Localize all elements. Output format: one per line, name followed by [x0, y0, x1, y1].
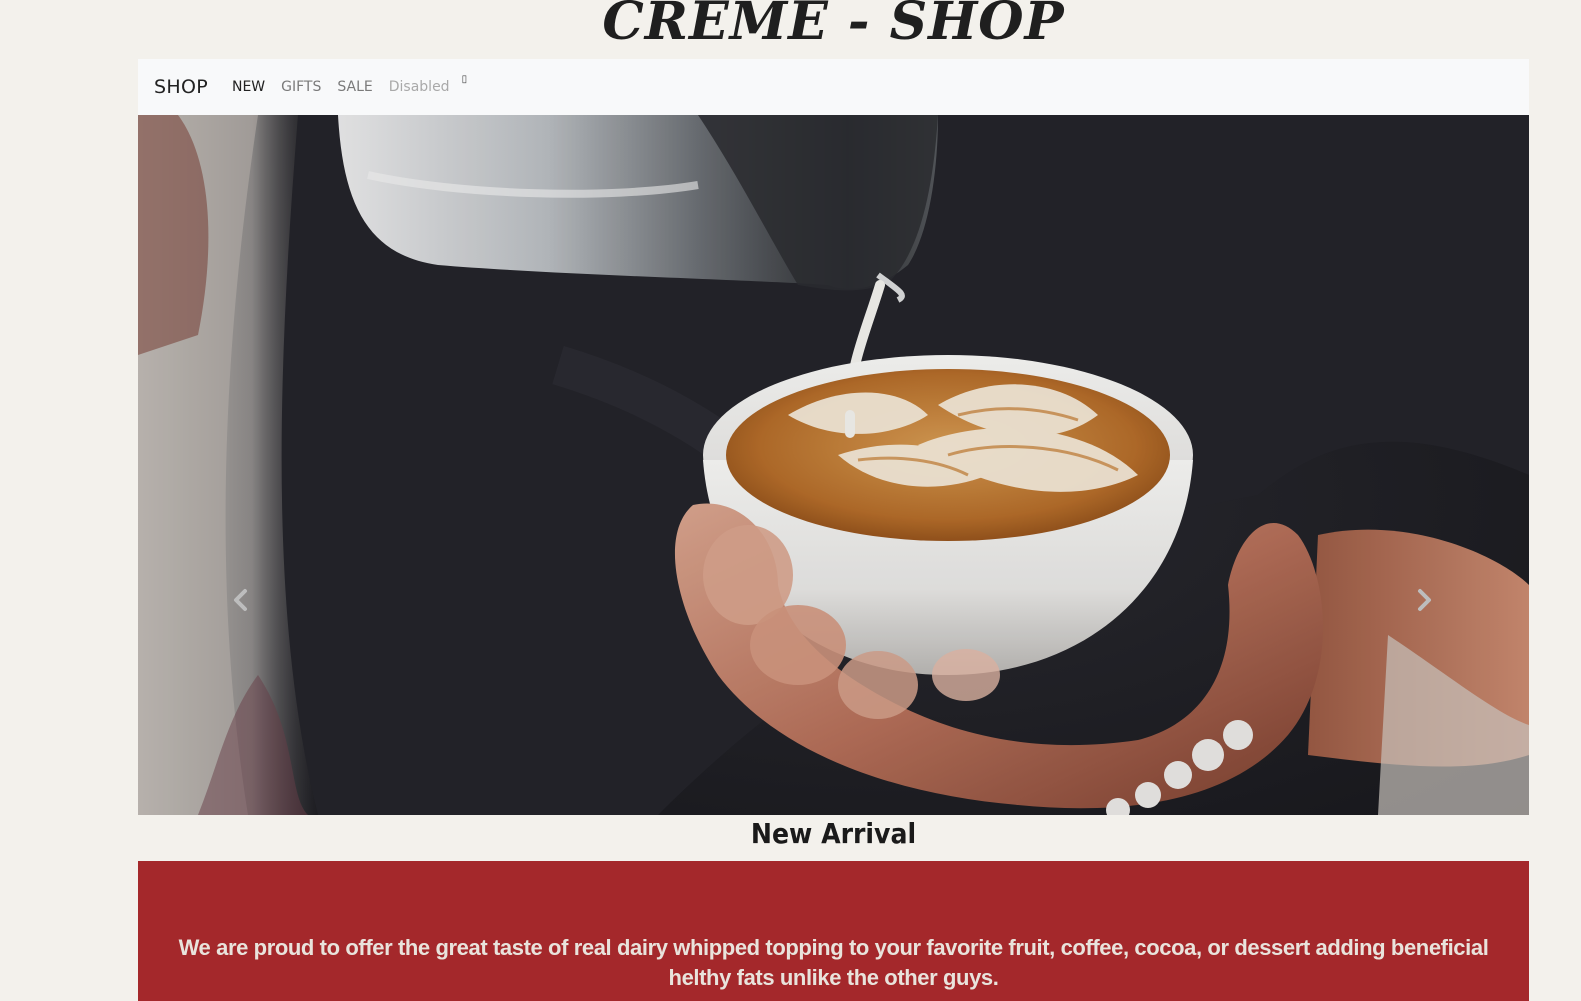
missing-glyph-icon: ▯	[461, 73, 468, 85]
chevron-right-icon	[1418, 589, 1431, 611]
nav-link-disabled: Disabled	[388, 79, 450, 95]
nav-links: NEW GIFTS SALE Disabled ▯	[232, 74, 467, 96]
navbar-brand[interactable]: SHOP	[154, 76, 208, 98]
nav-link-new[interactable]: NEW	[232, 79, 265, 95]
hero-carousel[interactable]	[138, 115, 1529, 815]
latte-art-image	[138, 115, 1529, 815]
nav-link-sale[interactable]: SALE	[337, 79, 372, 95]
carousel-next-button[interactable]	[1409, 585, 1439, 615]
promo-text: We are proud to offer the great taste of…	[178, 935, 1489, 990]
site-title: CREME - SHOP	[602, 0, 1065, 52]
promo-banner: We are proud to offer the great taste of…	[138, 861, 1529, 1001]
chevron-left-icon	[234, 589, 247, 611]
navbar: SHOP NEW GIFTS SALE Disabled ▯	[138, 59, 1529, 115]
section-heading: New Arrival	[750, 817, 917, 850]
carousel-prev-button[interactable]	[226, 585, 256, 615]
nav-link-gifts[interactable]: GIFTS	[281, 79, 321, 95]
